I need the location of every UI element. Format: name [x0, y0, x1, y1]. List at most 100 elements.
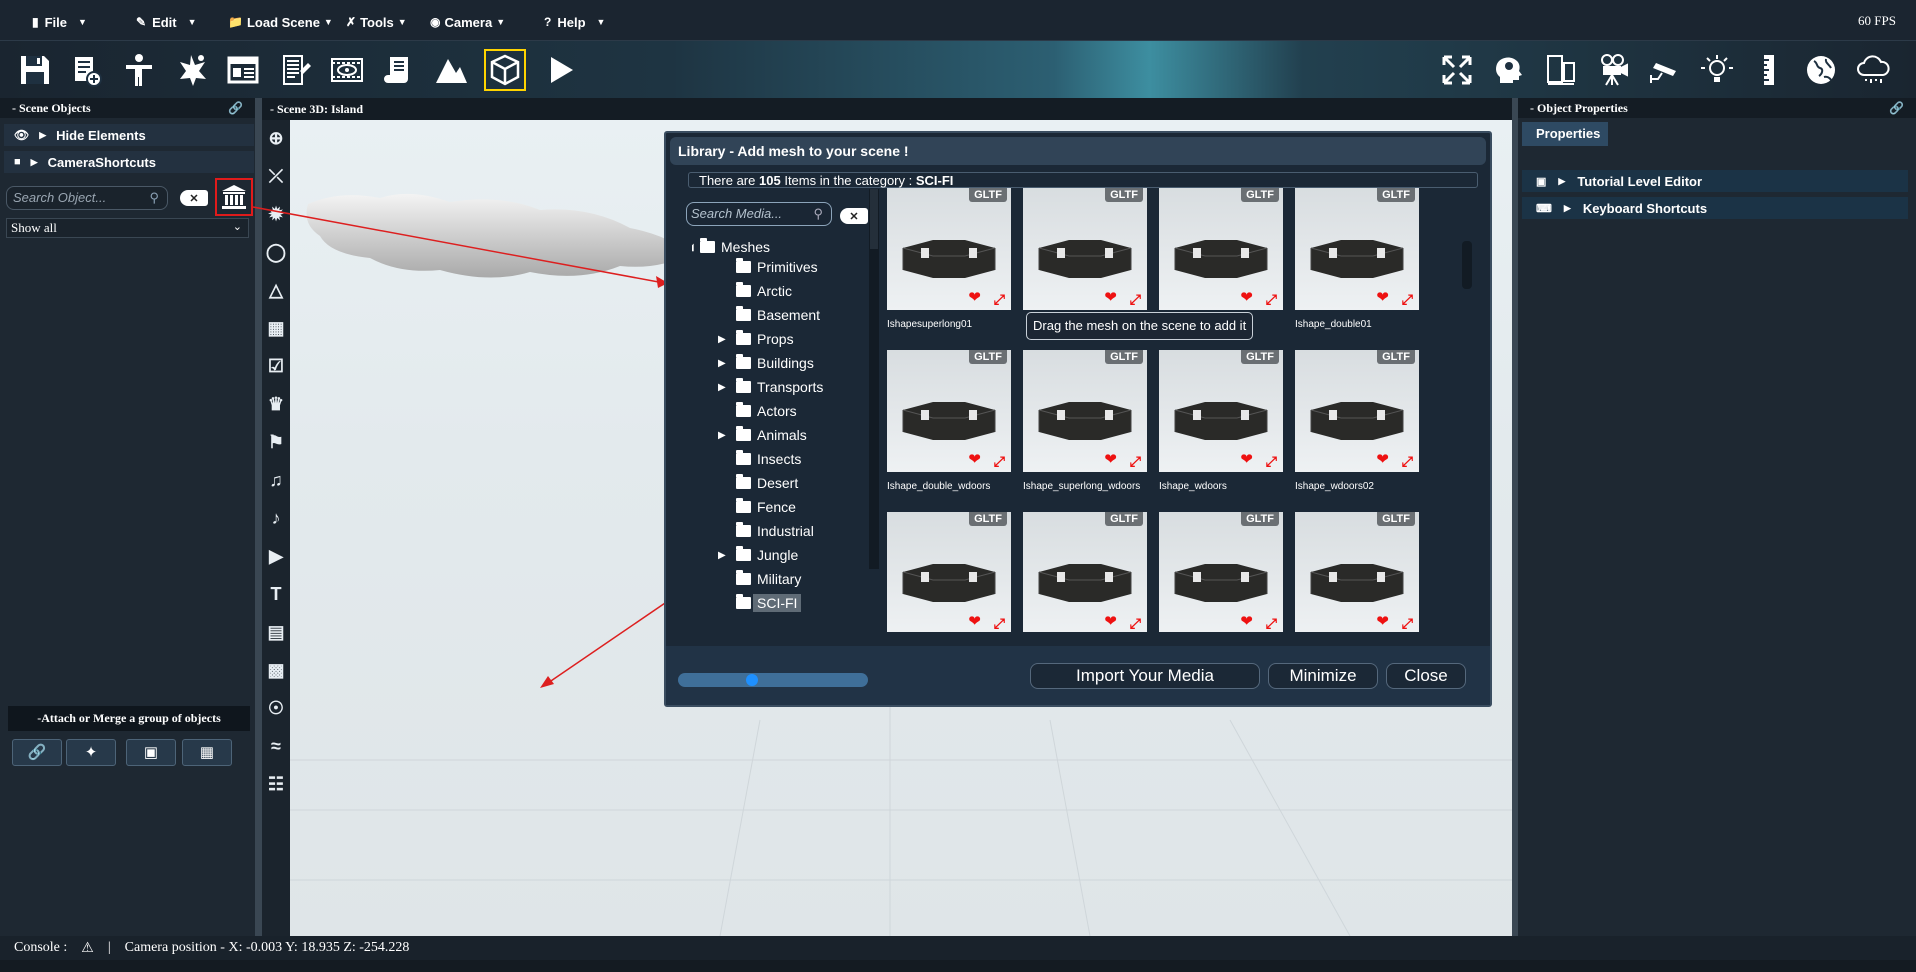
- expand-preview-icon[interactable]: ⤢: [1266, 291, 1277, 308]
- link-icon[interactable]: 🔗: [1889, 101, 1904, 116]
- tree-node-jungle[interactable]: ▶ Jungle: [718, 545, 798, 565]
- tree-node-transports[interactable]: ▶ Transports: [718, 377, 823, 397]
- water-icon[interactable]: ≈: [263, 732, 289, 760]
- search-icon[interactable]: ⚲: [813, 206, 823, 222]
- ai-head-icon[interactable]: [1488, 49, 1530, 91]
- mesh-item[interactable]: GLTF ❤ ⤢: [1295, 512, 1419, 632]
- tree-node-arctic[interactable]: Arctic: [736, 281, 792, 301]
- favorite-heart-icon[interactable]: ❤: [1240, 450, 1253, 469]
- merge-button[interactable]: ▣: [126, 739, 176, 766]
- mesh-thumbnail[interactable]: GLTF ❤ ⤢: [1295, 188, 1419, 310]
- prop-row-tutorial[interactable]: ▣ ▶ Tutorial Level Editor: [1522, 170, 1908, 192]
- warning-icon[interactable]: ⚠: [81, 940, 94, 957]
- library-button[interactable]: [215, 178, 253, 216]
- expand-preview-icon[interactable]: ⤢: [1402, 615, 1413, 632]
- film-icon[interactable]: ▶: [263, 542, 289, 570]
- import-media-button[interactable]: Import Your Media: [1030, 663, 1260, 689]
- bulb-icon[interactable]: ◯: [263, 238, 289, 266]
- expand-arrow-icon[interactable]: ▶: [718, 334, 726, 345]
- tree-node-primitives[interactable]: Primitives: [736, 257, 818, 277]
- clear-media-search-button[interactable]: ✕: [840, 208, 868, 224]
- effects-icon[interactable]: ✹: [263, 200, 289, 228]
- mesh-thumbnail[interactable]: GLTF ❤ ⤢: [1023, 350, 1147, 472]
- collapse-arrow-icon[interactable]: ◢: [692, 242, 694, 253]
- checkbox-icon[interactable]: ☑: [263, 352, 289, 380]
- tree-node-insects[interactable]: Insects: [736, 449, 801, 469]
- tree-node-desert[interactable]: Desert: [736, 473, 798, 493]
- tree-node-props[interactable]: ▶ Props: [718, 329, 794, 349]
- mesh-thumbnail[interactable]: GLTF ❤ ⤢: [1295, 350, 1419, 472]
- tree-node-meshes[interactable]: ◢ Meshes: [692, 237, 770, 257]
- tree-node-buildings[interactable]: ▶ Buildings: [718, 353, 814, 373]
- move-axes-icon[interactable]: ⤫: [263, 162, 289, 190]
- tree-scrollbar[interactable]: [869, 189, 879, 569]
- video-icon[interactable]: ☷: [263, 770, 289, 798]
- thumb-size-slider[interactable]: [678, 673, 868, 687]
- left-splitter[interactable]: [255, 98, 262, 936]
- prop-row-shortcuts[interactable]: ⌨ ▶ Keyboard Shortcuts: [1522, 197, 1908, 219]
- save-as-icon[interactable]: [66, 49, 108, 91]
- attach-button[interactable]: 🔗: [12, 739, 62, 766]
- filter-select[interactable]: Show all ⌄: [6, 218, 249, 238]
- search-icon[interactable]: ⚲: [149, 190, 159, 206]
- minimize-button[interactable]: Minimize: [1268, 663, 1378, 689]
- expand-arrow-icon[interactable]: ▶: [718, 382, 726, 393]
- video-icon[interactable]: [326, 49, 368, 91]
- tree-node-basement[interactable]: Basement: [736, 305, 820, 325]
- favorite-heart-icon[interactable]: ❤: [1240, 288, 1253, 307]
- link-icon[interactable]: 🔗: [228, 101, 243, 116]
- scroll-icon[interactable]: [378, 49, 420, 91]
- music-icon[interactable]: ♪: [263, 504, 289, 532]
- expand-preview-icon[interactable]: ⤢: [994, 291, 1005, 308]
- expand-preview-icon[interactable]: ⤢: [1402, 291, 1413, 308]
- trophy-icon[interactable]: ♛: [263, 390, 289, 418]
- tree-row-camera-shortcuts[interactable]: ■ ▶ CameraShortcuts: [4, 151, 254, 173]
- mesh-item[interactable]: GLTF ❤ ⤢ Ishape_wdoors02: [1295, 350, 1419, 492]
- expand-arrow-icon[interactable]: ▶: [39, 130, 46, 141]
- library-title[interactable]: Library - Add mesh to your scene !: [670, 137, 1486, 165]
- favorite-heart-icon[interactable]: ❤: [968, 450, 981, 469]
- expand-arrow-icon[interactable]: ▶: [31, 157, 38, 168]
- search-object-input[interactable]: Search Object... ⚲: [6, 186, 168, 210]
- expand-preview-icon[interactable]: ⤢: [1266, 615, 1277, 632]
- favorite-heart-icon[interactable]: ❤: [1376, 288, 1389, 307]
- mesh-item[interactable]: GLTF ❤ ⤢: [1159, 188, 1283, 319]
- mesh-item[interactable]: GLTF ❤ ⤢ Ishape_wdoors: [1159, 350, 1283, 492]
- expand-preview-icon[interactable]: ⤢: [1130, 453, 1141, 470]
- tree-row-hide-elements[interactable]: 👁 ▶ Hide Elements: [4, 124, 254, 146]
- ruler-icon[interactable]: [1748, 49, 1790, 91]
- speaker-icon[interactable]: ♫: [263, 466, 289, 494]
- close-button[interactable]: Close: [1386, 663, 1466, 689]
- tree-node-fence[interactable]: Fence: [736, 497, 796, 517]
- favorite-heart-icon[interactable]: ❤: [1376, 450, 1389, 469]
- favorite-heart-icon[interactable]: ❤: [968, 288, 981, 307]
- mesh-item[interactable]: GLTF ❤ ⤢ Ishape_double01: [1295, 188, 1419, 330]
- expand-preview-icon[interactable]: ⤢: [1266, 453, 1277, 470]
- character-icon[interactable]: [118, 49, 160, 91]
- tree-node-actors[interactable]: Actors: [736, 401, 797, 421]
- search-media-input[interactable]: Search Media... ⚲: [686, 202, 832, 226]
- mesh-item[interactable]: GLTF ❤ ⤢: [887, 512, 1011, 632]
- mesh-thumbnail[interactable]: GLTF ❤ ⤢: [1159, 512, 1283, 632]
- mesh-item[interactable]: GLTF ❤ ⤢ Ishape_superlong_wdoors: [1023, 350, 1147, 492]
- movie-camera-icon[interactable]: [1592, 49, 1634, 91]
- terrain-icon[interactable]: [430, 49, 472, 91]
- tree-scroll-thumb[interactable]: [870, 189, 878, 249]
- cube-icon[interactable]: [484, 49, 526, 91]
- mesh-thumbnail[interactable]: GLTF ❤ ⤢: [1295, 512, 1419, 632]
- cone-icon[interactable]: △: [263, 276, 289, 304]
- favorite-heart-icon[interactable]: ❤: [968, 612, 981, 631]
- target-icon[interactable]: ⊕: [263, 124, 289, 152]
- expand-arrow-icon[interactable]: ▶: [718, 550, 726, 561]
- box-icon[interactable]: ▩: [263, 656, 289, 684]
- expand-preview-icon[interactable]: ⤢: [1130, 291, 1141, 308]
- mesh-thumbnail[interactable]: GLTF ❤ ⤢: [1023, 512, 1147, 632]
- image-icon[interactable]: ▤: [263, 618, 289, 646]
- expand-preview-icon[interactable]: ⤢: [994, 615, 1005, 632]
- tree-node-sci-fi[interactable]: SCI-FI: [736, 593, 802, 613]
- play-icon[interactable]: [540, 49, 582, 91]
- menu-edit[interactable]: ✎ Edit ▼: [136, 12, 197, 32]
- mesh-thumbnail[interactable]: GLTF ❤ ⤢: [887, 350, 1011, 472]
- tab-properties[interactable]: Properties: [1522, 122, 1608, 146]
- menu-help[interactable]: ? Help ▼: [544, 12, 605, 32]
